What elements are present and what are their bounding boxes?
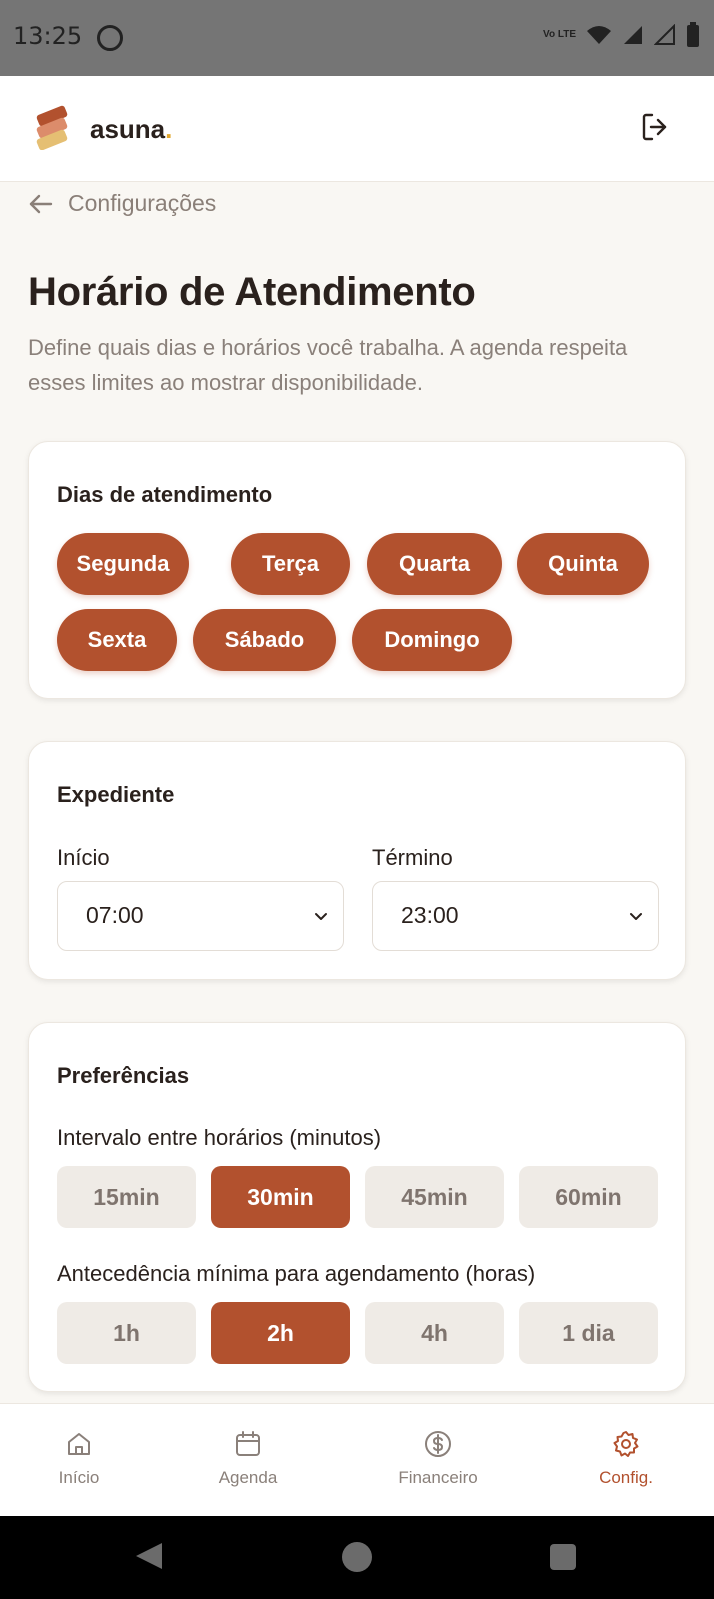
nav-home-icon[interactable] — [342, 1542, 372, 1572]
day-chip-sexta[interactable]: Sexta — [57, 609, 177, 671]
day-chip-terca[interactable]: Terça — [231, 533, 350, 595]
brand-text: asuna — [90, 114, 166, 144]
advance-option-1h[interactable]: 1h — [57, 1302, 196, 1364]
days-card-title: Dias de atendimento — [57, 482, 273, 507]
calendar-icon — [236, 1431, 260, 1456]
signal-alt-icon — [654, 24, 675, 45]
status-bar: 13:25 Vo LTE — [0, 0, 714, 76]
start-time-value: 07:00 — [86, 902, 144, 928]
tab-label: Config. — [599, 1468, 653, 1487]
tab-label: Início — [58, 1468, 100, 1487]
chevron-down-icon — [630, 913, 642, 920]
hours-card: Expediente Início Término 07:00 23:00 — [28, 741, 686, 980]
system-nav-bar — [0, 1516, 714, 1599]
hours-card-title: Expediente — [57, 782, 175, 807]
dollar-icon — [425, 1431, 451, 1457]
day-chip-segunda[interactable]: Segunda — [57, 533, 189, 595]
tab-label: Agenda — [218, 1468, 278, 1487]
advance-option-1dia[interactable]: 1 dia — [519, 1302, 658, 1364]
tab-config[interactable]: Config. — [566, 1404, 686, 1517]
tab-inicio[interactable]: Início — [19, 1404, 139, 1517]
battery-icon — [687, 22, 699, 47]
tab-label: Financeiro — [398, 1468, 478, 1487]
whatsapp-icon — [97, 25, 123, 51]
day-chip-quarta[interactable]: Quarta — [367, 533, 502, 595]
back-label: Configurações — [68, 190, 217, 216]
nav-back-icon[interactable] — [136, 1543, 162, 1569]
interval-label: Intervalo entre horários (minutos) — [57, 1125, 382, 1150]
asuna-logo-icon — [36, 105, 68, 150]
interval-option-60[interactable]: 60min — [519, 1166, 658, 1228]
end-label: Término — [372, 845, 453, 870]
page-description: Define quais dias e horários você trabal… — [28, 335, 628, 395]
end-time-select[interactable]: 23:00 — [372, 881, 659, 951]
interval-option-45[interactable]: 45min — [365, 1166, 504, 1228]
days-card: Dias de atendimento Segunda Terça Quarta… — [28, 441, 686, 699]
advance-option-4h[interactable]: 4h — [365, 1302, 504, 1364]
tab-agenda[interactable]: Agenda — [188, 1404, 308, 1517]
preferences-card-title: Preferências — [57, 1063, 190, 1088]
wifi-icon — [587, 26, 611, 44]
day-chip-domingo[interactable]: Domingo — [352, 609, 512, 671]
advance-option-2h[interactable]: 2h — [211, 1302, 350, 1364]
chevron-down-icon — [315, 913, 327, 920]
status-time: 13:25 — [13, 22, 83, 50]
volte-indicator: Vo LTE — [543, 29, 576, 40]
gear-icon — [613, 1431, 639, 1457]
nav-recents-icon[interactable] — [550, 1544, 576, 1570]
page-title: Horário de Atendimento — [28, 270, 476, 314]
start-label: Início — [57, 845, 110, 870]
arrow-left-icon — [29, 194, 53, 213]
brand-name: asuna. — [90, 114, 172, 145]
interval-option-15[interactable]: 15min — [57, 1166, 196, 1228]
back-link[interactable]: Configurações — [28, 190, 216, 217]
start-time-select[interactable]: 07:00 — [57, 881, 344, 951]
status-icons: Vo LTE — [543, 22, 700, 48]
end-time-value: 23:00 — [401, 902, 459, 928]
bottom-tab-bar: Início Agenda Financeiro Config. — [0, 1403, 714, 1516]
day-chip-quinta[interactable]: Quinta — [517, 533, 649, 595]
home-icon — [68, 1433, 90, 1455]
preferences-card: Preferências Intervalo entre horários (m… — [28, 1022, 686, 1392]
day-chip-sabado[interactable]: Sábado — [193, 609, 336, 671]
tab-financeiro[interactable]: Financeiro — [378, 1404, 498, 1517]
advance-label: Antecedência mínima para agendamento (ho… — [57, 1261, 536, 1286]
interval-option-30[interactable]: 30min — [211, 1166, 350, 1228]
signal-icon — [624, 26, 642, 44]
brand-dot: . — [165, 114, 173, 144]
logout-icon[interactable] — [640, 111, 672, 143]
